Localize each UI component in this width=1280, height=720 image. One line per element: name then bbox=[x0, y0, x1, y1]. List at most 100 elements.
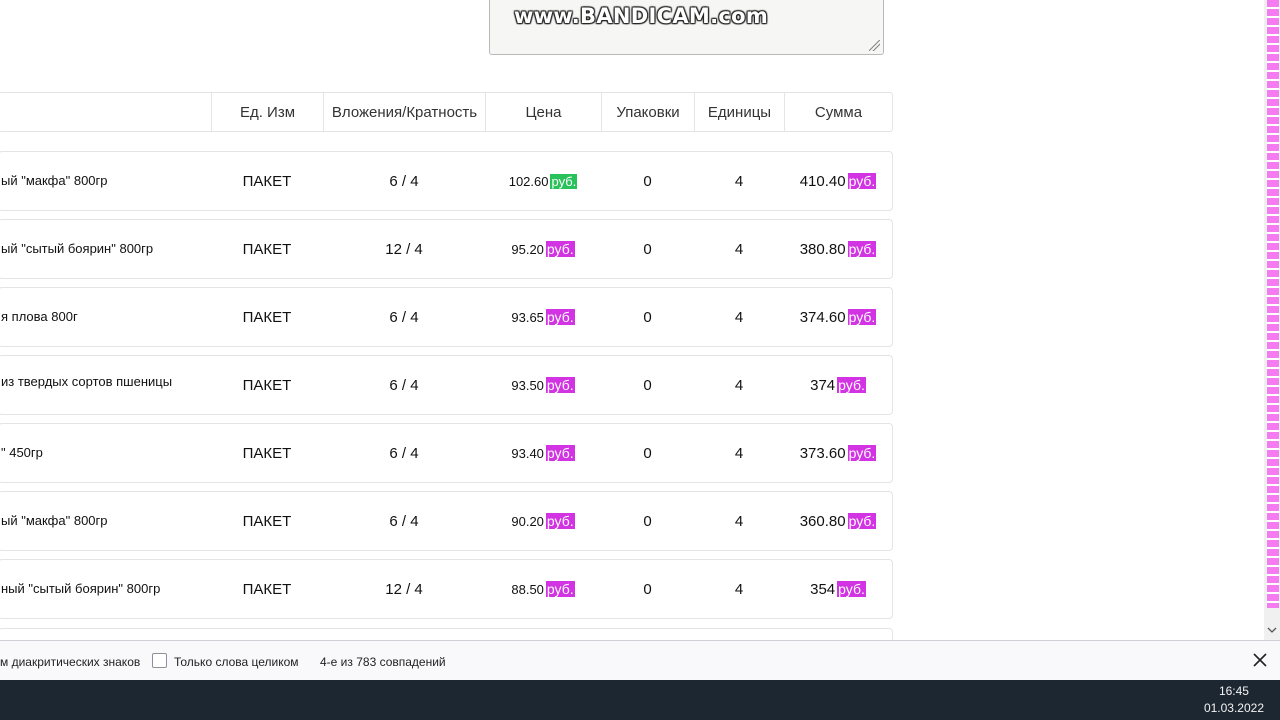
unit-cell: ПАКЕТ bbox=[242, 444, 292, 462]
unit-cell: ПАКЕТ bbox=[242, 376, 292, 394]
whole-words-label[interactable]: Только слова целиком bbox=[174, 655, 299, 669]
resize-grip-icon[interactable] bbox=[869, 40, 880, 51]
sum-currency-badge: руб. bbox=[847, 309, 877, 325]
packs-cell[interactable]: 0 bbox=[601, 492, 694, 550]
price-cell: 90.20 руб. bbox=[485, 492, 601, 550]
watermark: www.BANDICAM.com bbox=[514, 4, 769, 28]
table-row: из твердых сортов пшеницы ПАКЕТ 6 / 4 93.50… bbox=[0, 355, 893, 415]
search-match-markers bbox=[1267, 0, 1279, 608]
sum-currency-badge: руб. bbox=[847, 173, 877, 189]
packs-cell[interactable]: 0 bbox=[601, 220, 694, 278]
nesting-cell: 6 / 4 bbox=[389, 512, 419, 530]
price-currency-badge: руб. bbox=[545, 241, 575, 257]
table-row: " 450гр ПАКЕТ 6 / 4 93.40 руб. 0 4 373.60 руб. bbox=[0, 423, 893, 483]
sum-cell: 380.80 руб. bbox=[784, 220, 892, 278]
price-value: 93.65 bbox=[511, 309, 544, 325]
column-header-unit: Ед. Изм bbox=[211, 93, 323, 131]
sum-currency-badge: руб. bbox=[847, 445, 877, 461]
sum-currency-badge: руб. bbox=[837, 581, 866, 597]
product-name[interactable]: я плова 800г bbox=[1, 288, 206, 346]
price-currency-badge: руб. bbox=[545, 581, 575, 597]
sum-value: 354 bbox=[810, 580, 836, 598]
table-row: ый "сытый боярин" 800гр ПАКЕТ 12 / 4 95.20 р… bbox=[0, 219, 893, 279]
packs-cell[interactable]: 0 bbox=[601, 152, 694, 210]
product-name[interactable]: ый "сытый боярин" 800гр bbox=[1, 220, 206, 278]
price-cell: 93.40 руб. bbox=[485, 424, 601, 482]
units-cell[interactable]: 4 bbox=[694, 492, 784, 550]
product-name[interactable]: ый "макфа" 800гр bbox=[1, 152, 206, 210]
sum-cell: 373.60 руб. bbox=[784, 424, 892, 482]
sum-value: 360.80 bbox=[799, 512, 846, 530]
units-cell[interactable]: 4 bbox=[694, 152, 784, 210]
price-currency-badge: руб. bbox=[545, 309, 575, 325]
units-cell[interactable]: 4 bbox=[694, 288, 784, 346]
sum-value: 373.60 bbox=[799, 444, 846, 462]
unit-cell: ПАКЕТ bbox=[242, 580, 292, 598]
match-diacritics-label[interactable]: м диакритических знаков bbox=[0, 655, 140, 669]
clock-time: 16:45 bbox=[1218, 684, 1249, 698]
product-name[interactable]: " 450гр bbox=[1, 424, 206, 482]
sum-currency-badge: руб. bbox=[837, 377, 866, 393]
vertical-scrollbar[interactable] bbox=[1264, 0, 1280, 640]
sum-cell: 410.40 руб. bbox=[784, 152, 892, 210]
nesting-cell: 12 / 4 bbox=[385, 580, 423, 598]
price-value: 90.20 bbox=[511, 513, 544, 529]
units-cell[interactable]: 4 bbox=[694, 220, 784, 278]
scroll-down-arrow-icon[interactable] bbox=[1264, 620, 1280, 640]
sum-value: 374.60 bbox=[799, 308, 846, 326]
price-currency-badge: руб. bbox=[545, 445, 575, 461]
price-value: 93.50 bbox=[511, 377, 544, 393]
sum-cell: 374 руб. bbox=[784, 356, 892, 414]
table-row: ный "сытый боярин" 800гр ПАКЕТ 12 / 4 88.50… bbox=[0, 559, 893, 619]
taskbar bbox=[0, 680, 1280, 720]
product-name[interactable]: из твердых сортов пшеницы bbox=[1, 356, 206, 414]
sum-value: 380.80 bbox=[799, 240, 846, 258]
table-header: Ед. Изм Вложения/Кратность Цена Упаковки… bbox=[0, 92, 893, 132]
packs-cell[interactable]: 0 bbox=[601, 356, 694, 414]
price-cell: 95.20 руб. bbox=[485, 220, 601, 278]
units-cell[interactable]: 4 bbox=[694, 560, 784, 618]
product-name[interactable]: ый "макфа" 800гр bbox=[1, 492, 206, 550]
find-bar: м диакритических знаков Только слова цел… bbox=[0, 640, 1280, 680]
column-header-units: Единицы bbox=[694, 93, 784, 131]
clock-date: 01.03.2022 bbox=[1203, 701, 1264, 715]
units-cell[interactable]: 4 bbox=[694, 356, 784, 414]
table-row: ый "макфа" 800гр ПАКЕТ 6 / 4 102.60 руб. 0 4 41… bbox=[0, 151, 893, 211]
price-currency-badge: руб. bbox=[550, 173, 578, 189]
packs-cell[interactable]: 0 bbox=[601, 560, 694, 618]
table-row-partial bbox=[0, 628, 893, 640]
sum-currency-badge: руб. bbox=[847, 513, 877, 529]
taskbar-clock[interactable]: 16:45 01.03.2022 bbox=[1204, 683, 1264, 717]
table-row: ый "макфа" 800гр ПАКЕТ 6 / 4 90.20 руб. 0 4 360… bbox=[0, 491, 893, 551]
close-find-bar-icon[interactable] bbox=[1251, 651, 1269, 669]
column-header-sum: Сумма bbox=[784, 93, 892, 131]
price-cell: 88.50 руб. bbox=[485, 560, 601, 618]
sum-value: 374 bbox=[810, 376, 836, 394]
price-value: 88.50 bbox=[511, 581, 544, 597]
sum-currency-badge: руб. bbox=[847, 241, 877, 257]
units-cell[interactable]: 4 bbox=[694, 424, 784, 482]
sum-cell: 354 руб. bbox=[784, 560, 892, 618]
match-count-status: 4-е из 783 совпадений bbox=[320, 655, 446, 669]
nesting-cell: 6 / 4 bbox=[389, 308, 419, 326]
price-value: 102.60 bbox=[508, 173, 549, 189]
unit-cell: ПАКЕТ bbox=[242, 240, 292, 258]
price-value: 93.40 bbox=[511, 445, 544, 461]
nesting-cell: 6 / 4 bbox=[389, 444, 419, 462]
price-cell: 102.60 руб. bbox=[485, 152, 601, 210]
whole-words-checkbox[interactable] bbox=[152, 653, 167, 668]
nesting-cell: 12 / 4 bbox=[385, 240, 423, 258]
packs-cell[interactable]: 0 bbox=[601, 424, 694, 482]
table-row: я плова 800г ПАКЕТ 6 / 4 93.65 руб. 0 4 374.60 р… bbox=[0, 287, 893, 347]
column-header-price: Цена bbox=[485, 93, 601, 131]
price-value: 95.20 bbox=[511, 241, 544, 257]
price-cell: 93.65 руб. bbox=[485, 288, 601, 346]
product-name[interactable]: ный "сытый боярин" 800гр bbox=[1, 560, 206, 618]
price-currency-badge: руб. bbox=[545, 513, 575, 529]
unit-cell: ПАКЕТ bbox=[242, 512, 292, 530]
unit-cell: ПАКЕТ bbox=[242, 308, 292, 326]
packs-cell[interactable]: 0 bbox=[601, 288, 694, 346]
nesting-cell: 6 / 4 bbox=[389, 376, 419, 394]
price-currency-badge: руб. bbox=[545, 377, 575, 393]
sum-cell: 360.80 руб. bbox=[784, 492, 892, 550]
